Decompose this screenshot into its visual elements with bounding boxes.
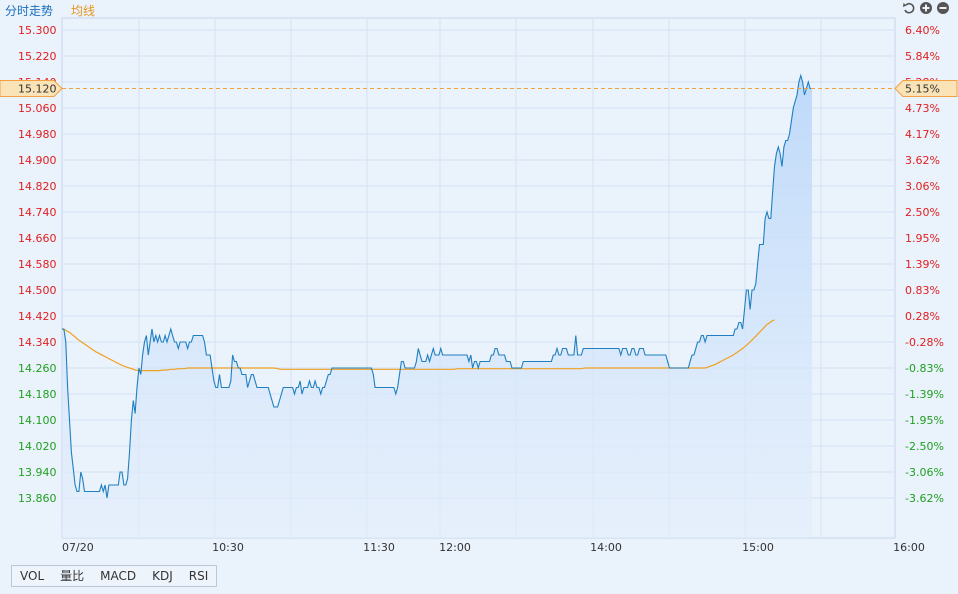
indicator-kdj-button[interactable]: KDJ	[144, 566, 181, 586]
indicator-rsi-button[interactable]: RSI	[181, 566, 217, 586]
pct-tick-label: -2.50%	[905, 440, 944, 453]
pct-tick-label: 1.39%	[905, 258, 940, 271]
indicator-macd-button[interactable]: MACD	[92, 566, 144, 586]
indicator-vol-button[interactable]: VOL	[12, 566, 52, 586]
y-tick-label: 14.820	[18, 180, 57, 193]
y-tick-label: 14.260	[18, 362, 57, 375]
pct-tick-label: 2.50%	[905, 206, 940, 219]
y-tick-label: 14.100	[18, 414, 57, 427]
y-tick-label: 15.060	[18, 102, 57, 115]
pct-tick-label: 3.62%	[905, 154, 940, 167]
pct-tick-label: 3.06%	[905, 180, 940, 193]
pct-tick-label: -1.39%	[905, 388, 944, 401]
intraday-chart[interactable]: 15.30015.22015.14015.06014.98014.90014.8…	[0, 0, 958, 594]
y-tick-label: 14.020	[18, 440, 57, 453]
pct-tick-label: -0.83%	[905, 362, 944, 375]
y-tick-label: 14.500	[18, 284, 57, 297]
y-tick-label: 14.180	[18, 388, 57, 401]
pct-tick-label: -3.62%	[905, 492, 944, 505]
y-tick-label: 14.660	[18, 232, 57, 245]
x-tick-label: 15:00	[742, 541, 774, 554]
price-area-fill	[62, 75, 812, 538]
x-tick-label: 07/20	[62, 541, 94, 554]
pct-tick-label: 4.17%	[905, 128, 940, 141]
x-tick-label: 11:30	[363, 541, 395, 554]
pct-tick-label: -0.28%	[905, 336, 944, 349]
pct-tick-label: 4.73%	[905, 102, 940, 115]
x-tick-label: 10:30	[212, 541, 244, 554]
y-tick-label: 14.980	[18, 128, 57, 141]
pct-tick-label: -3.06%	[905, 466, 944, 479]
pct-tick-label: 0.28%	[905, 310, 940, 323]
pct-tick-label: 6.40%	[905, 24, 940, 37]
y-tick-label: 13.940	[18, 466, 57, 479]
y-tick-label: 14.900	[18, 154, 57, 167]
current-price-marker: 15.120 5.15%	[0, 80, 958, 97]
indicator-volume-ratio-button[interactable]: 量比	[52, 566, 92, 586]
pct-tick-label: -1.95%	[905, 414, 944, 427]
y-tick-label: 14.740	[18, 206, 57, 219]
pct-tick-label: 1.95%	[905, 232, 940, 245]
x-tick-label: 14:00	[590, 541, 622, 554]
current-pct-label: 5.15%	[905, 83, 940, 96]
y-tick-label: 15.300	[18, 24, 57, 37]
x-tick-label: 16:00	[893, 541, 925, 554]
y-tick-label: 15.220	[18, 50, 57, 63]
x-tick-label: 12:00	[439, 541, 471, 554]
pct-tick-label: 5.84%	[905, 50, 940, 63]
indicator-tabs: VOL 量比 MACD KDJ RSI	[11, 565, 218, 587]
y-tick-label: 13.860	[18, 492, 57, 505]
pct-tick-label: 0.83%	[905, 284, 940, 297]
price-area	[62, 75, 812, 538]
current-price-label: 15.120	[18, 83, 57, 96]
y-tick-label: 14.420	[18, 310, 57, 323]
y-tick-label: 14.580	[18, 258, 57, 271]
y-tick-label: 14.340	[18, 336, 57, 349]
